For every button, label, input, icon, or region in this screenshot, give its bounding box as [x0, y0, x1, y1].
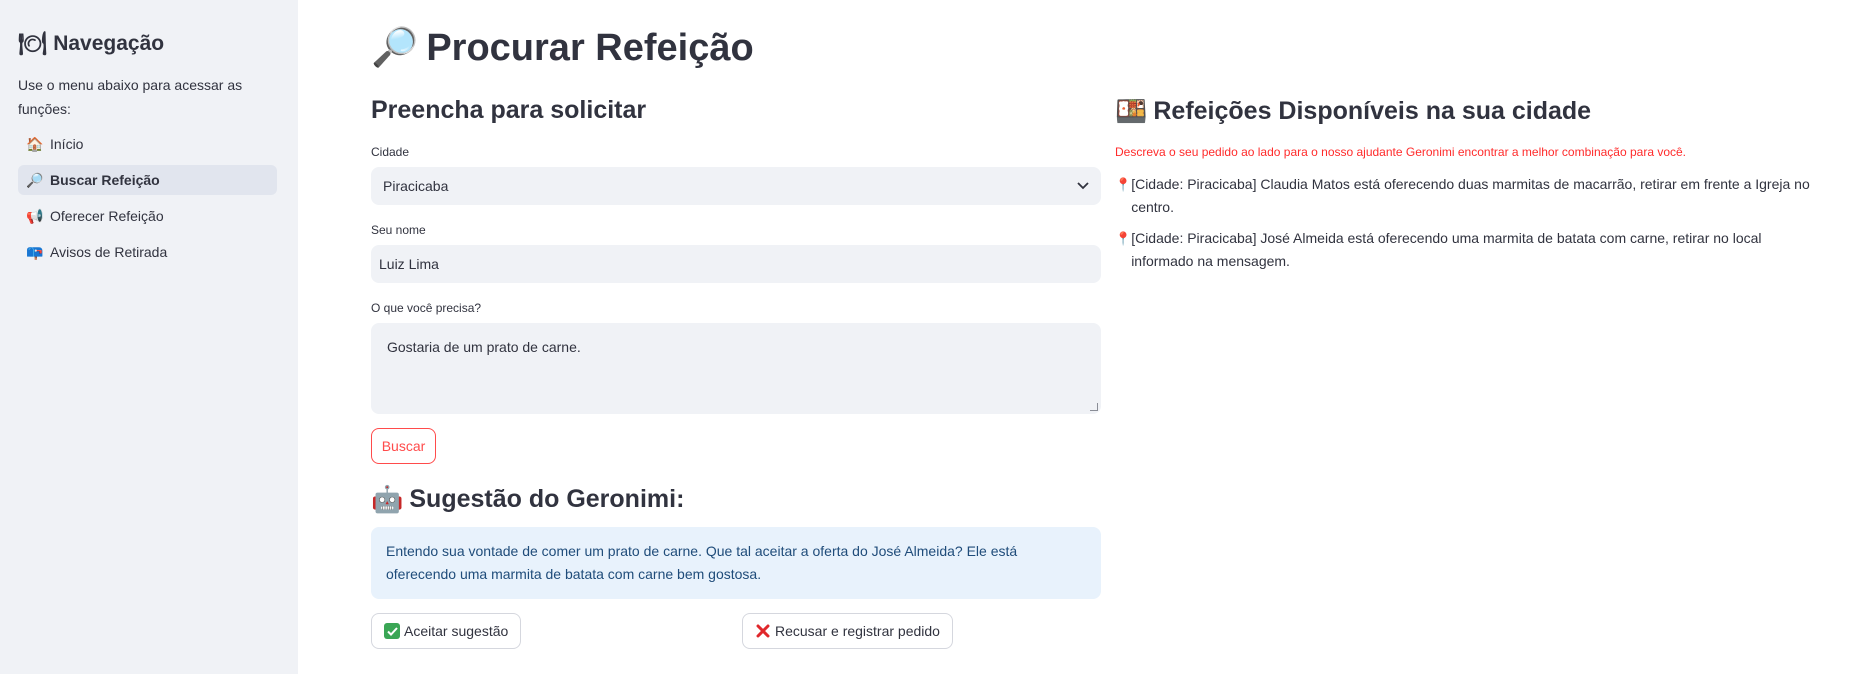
check-mark-icon	[384, 623, 400, 639]
round-pushpin-icon: 📍	[1115, 177, 1132, 192]
sidebar-title-text: Navegação	[53, 31, 165, 55]
house-icon: 🏠	[26, 135, 44, 152]
accept-suggestion-button[interactable]: Aceitar sugestão	[371, 613, 522, 649]
magnifier-icon: 🔎	[371, 27, 419, 69]
chevron-down-icon	[1077, 179, 1089, 193]
name-input[interactable]: Luiz Lima	[371, 245, 1101, 283]
reject-and-register-label: Recusar e registrar pedido	[775, 623, 940, 639]
suggestion-heading-text: Sugestão do Geronimi:	[409, 485, 685, 513]
need-label: O que você precisa?	[371, 301, 482, 315]
sidebar-item-inicio[interactable]: 🏠 Início	[18, 129, 277, 159]
offer-text: [Cidade: Piracicaba] José Almeida está o…	[1131, 230, 1762, 269]
city-label: Cidade	[371, 145, 410, 159]
round-pushpin-icon: 📍	[1115, 231, 1132, 246]
bento-box-icon: 🍱	[1115, 96, 1148, 126]
form-heading: Preencha para solicitar	[371, 96, 647, 124]
need-textarea[interactable]: Gostaria de um prato de carne.	[371, 323, 1101, 414]
sidebar-title: 🍽 Navegação	[18, 30, 280, 57]
name-input-value: Luiz Lima	[379, 256, 439, 272]
search-button[interactable]: Buscar	[371, 428, 436, 464]
plate-icon: 🍽	[18, 30, 48, 56]
megaphone-icon: 📢	[26, 207, 44, 224]
sidebar-item-label: Oferecer Refeição	[50, 208, 164, 224]
city-select-value: Piracicaba	[383, 178, 449, 194]
reject-and-register-button[interactable]: Recusar e registrar pedido	[742, 613, 953, 649]
robot-icon: 🤖	[371, 484, 404, 514]
name-label: Seu nome	[371, 223, 426, 237]
sidebar-item-oferecer-refeicao[interactable]: 📢 Oferecer Refeição	[18, 201, 277, 231]
sidebar-description: Use o menu abaixo para acessar as funçõe…	[18, 77, 243, 117]
suggestion-info-box: Entendo sua vontade de comer um prato de…	[371, 527, 1101, 599]
suggestion-text: Entendo sua vontade de comer um prato de…	[386, 543, 1018, 582]
request-form: Preencha para solicitar Cidade Piracicab…	[371, 96, 1101, 649]
resize-handle[interactable]	[1090, 403, 1098, 411]
list-item: 📍 [Cidade: Piracicaba] José Almeida está…	[1115, 227, 1825, 273]
magnifier-icon: 🔎	[26, 171, 44, 188]
sidebar-item-avisos-de-retirada[interactable]: 📪 Avisos de Retirada	[18, 237, 277, 267]
available-meals: 🍱 Refeições Disponíveis na sua cidade De…	[1115, 96, 1825, 273]
available-heading: 🍱 Refeições Disponíveis na sua cidade	[1115, 96, 1825, 127]
available-heading-text: Refeições Disponíveis na sua cidade	[1153, 97, 1592, 125]
sidebar-item-label: Avisos de Retirada	[50, 244, 168, 260]
offer-text: [Cidade: Piracicaba] Claudia Matos está …	[1131, 176, 1810, 215]
cross-mark-icon	[755, 623, 771, 639]
sidebar-item-label: Início	[50, 136, 84, 152]
city-select[interactable]: Piracicaba	[371, 167, 1101, 205]
suggestion-heading: 🤖 Sugestão do Geronimi:	[371, 484, 1101, 515]
list-item: 📍 [Cidade: Piracicaba] Claudia Matos est…	[1115, 173, 1825, 219]
need-textarea-value: Gostaria de um prato de carne.	[387, 339, 581, 355]
accept-suggestion-label: Aceitar sugestão	[404, 623, 509, 639]
page-title: 🔎 Procurar Refeição	[371, 26, 754, 70]
mailbox-icon: 📪	[26, 243, 44, 260]
main-content: 🔎 Procurar Refeição Preencha para solici…	[371, 0, 1841, 674]
available-hint: Descreva o seu pedido ao lado para o nos…	[1115, 145, 1687, 159]
page-title-text: Procurar Refeição	[426, 26, 754, 69]
sidebar-item-buscar-refeicao[interactable]: 🔎 Buscar Refeição	[18, 165, 277, 195]
sidebar-item-label: Buscar Refeição	[50, 172, 160, 188]
sidebar: 🍽 Navegação Use o menu abaixo para acess…	[0, 0, 298, 674]
